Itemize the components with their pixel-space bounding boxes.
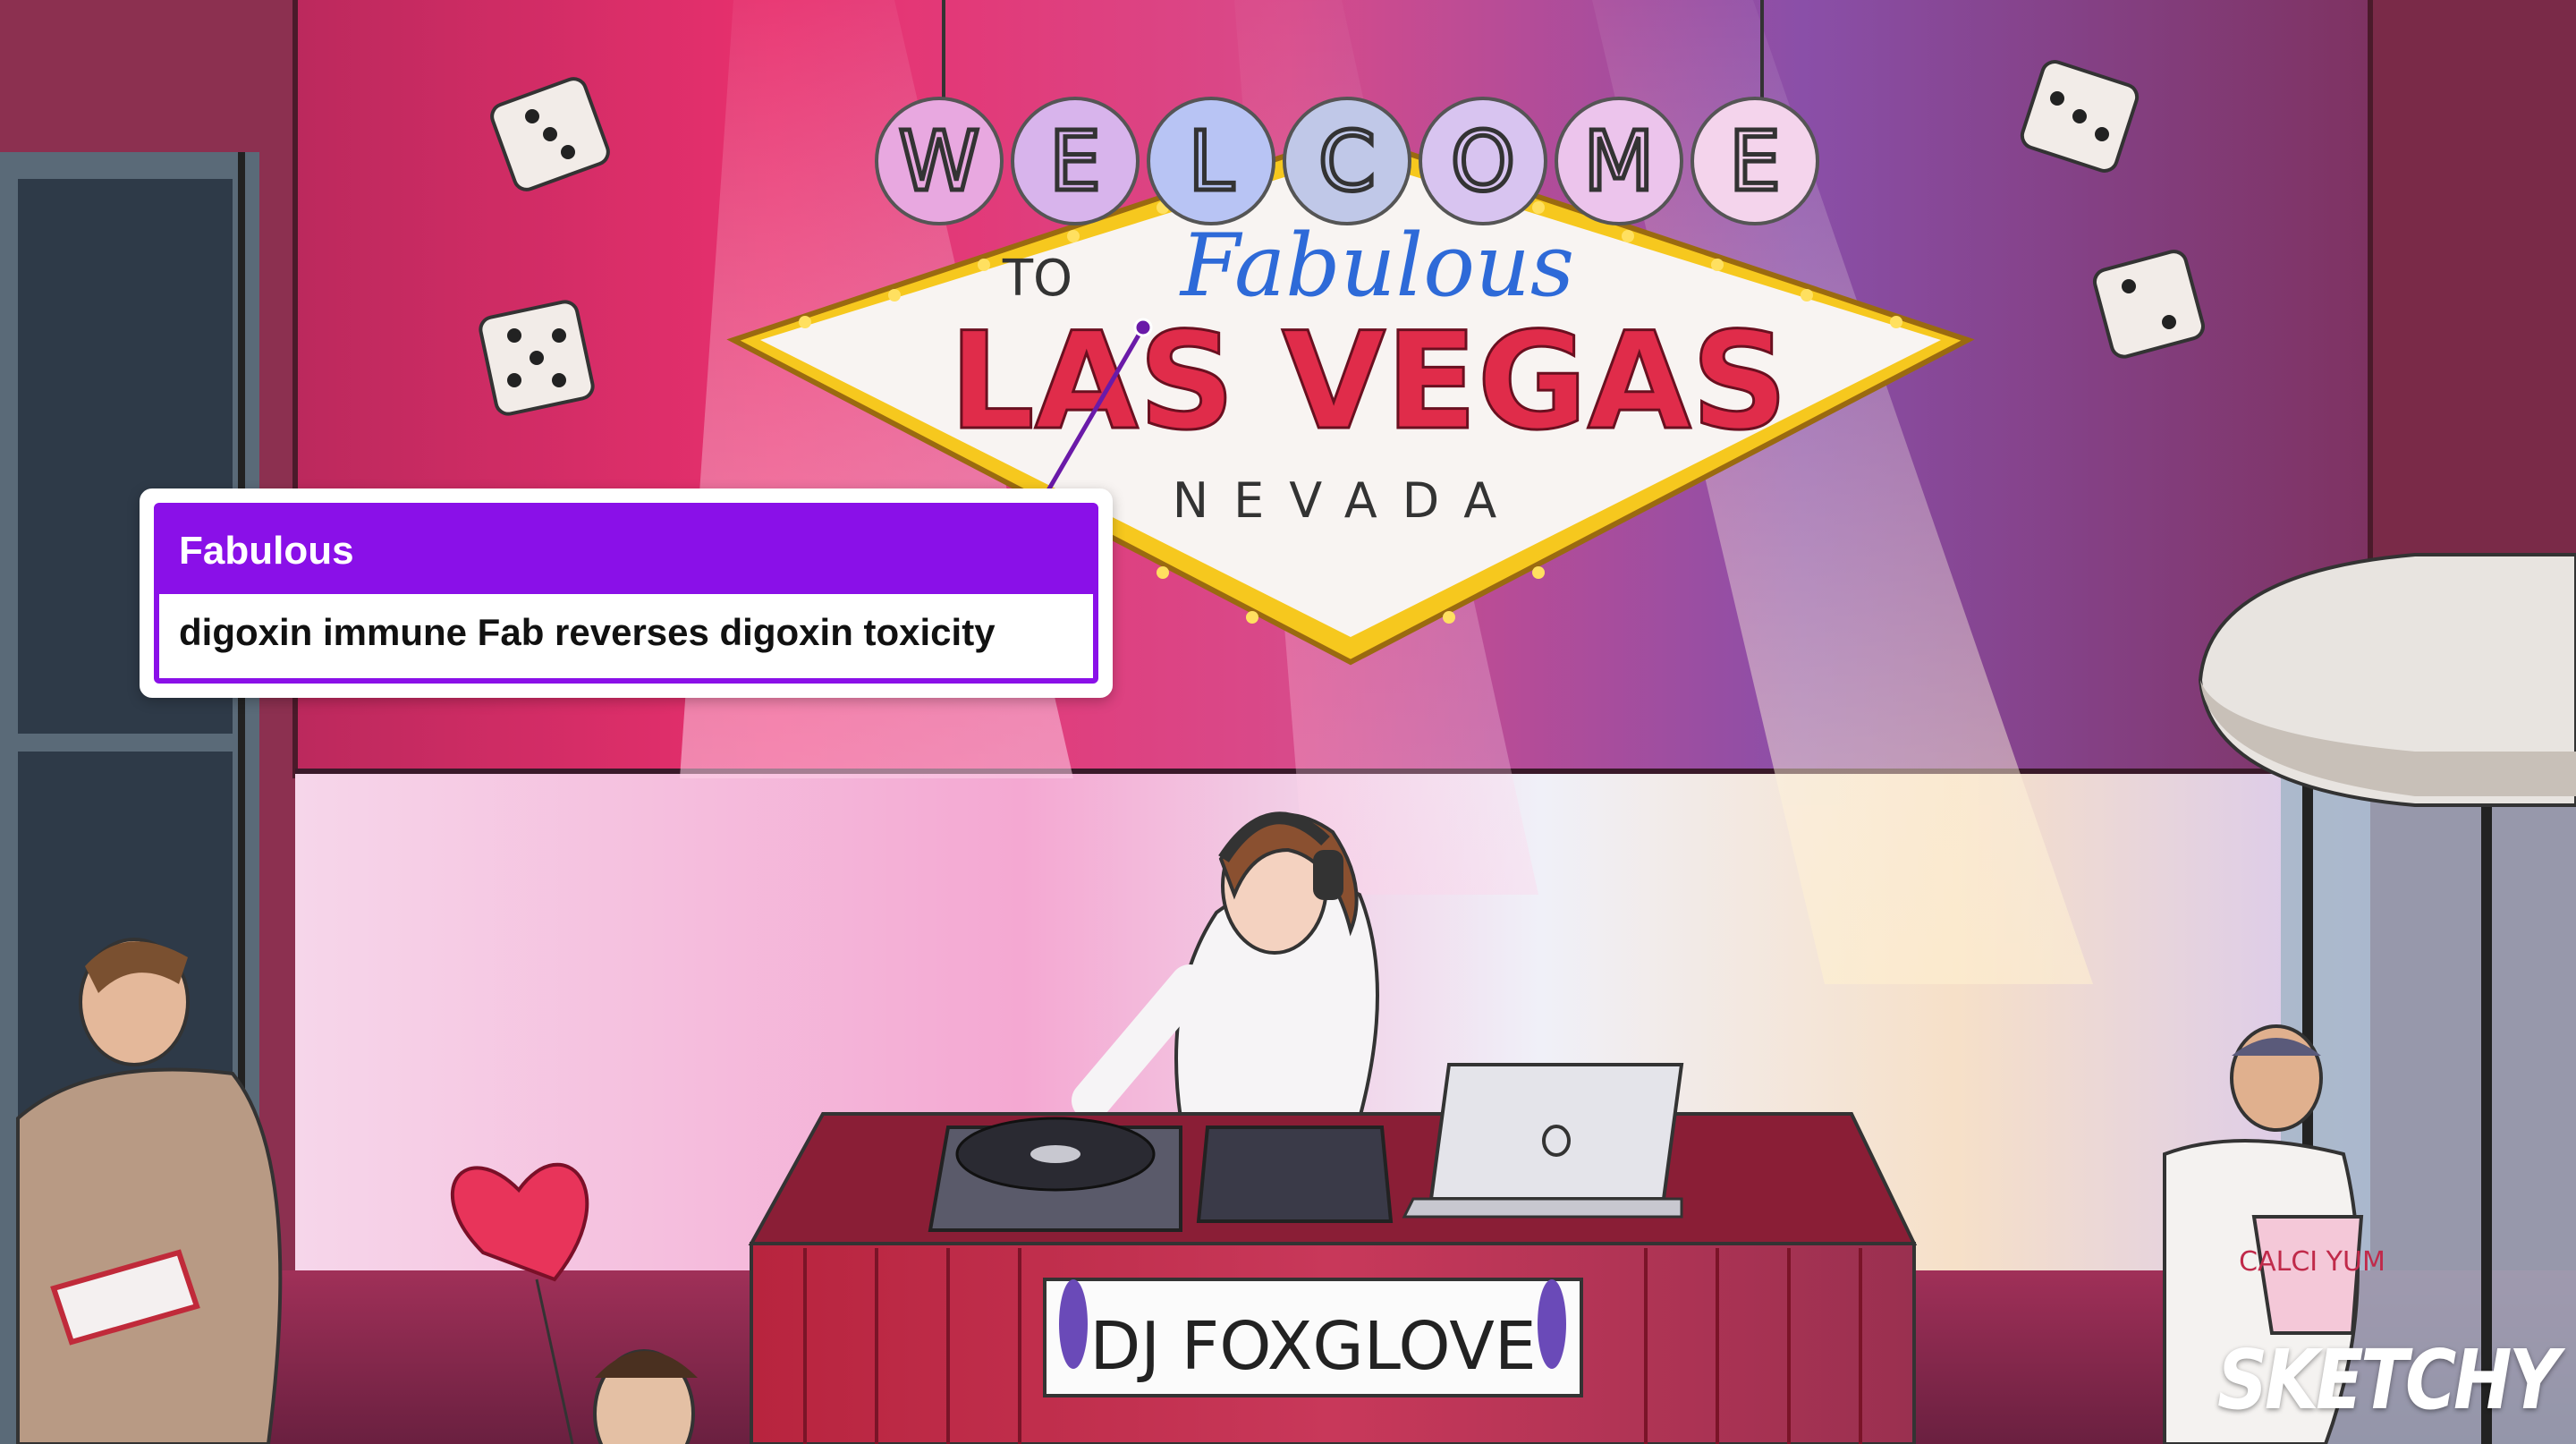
popcorn-label: CALCI YUM xyxy=(2239,1246,2385,1278)
sign-fabulous: Fabulous xyxy=(1179,216,1574,316)
callout-box: Fabulous digoxin immune Fab reverses dig… xyxy=(154,503,1098,684)
callout-title: Fabulous xyxy=(159,508,1093,594)
term-callout: Fabulous digoxin immune Fab reverses dig… xyxy=(140,488,1113,698)
sign-to: TO xyxy=(1002,250,1072,308)
sign-nevada: NEVADA xyxy=(1173,472,1522,529)
welcome-letter: E xyxy=(1049,114,1101,209)
sign-las-vegas: LAS VEGAS xyxy=(949,304,1788,460)
dj-banner-text: DJ FOXGLOVE xyxy=(1089,1308,1536,1385)
welcome-letter: M xyxy=(1583,114,1654,209)
dj-table: DJ FOXGLOVE xyxy=(748,1063,1918,1444)
welcome-letter: O xyxy=(1451,114,1515,209)
dj-scene-illustration: W E L C O M E TO Fabulous LAS VEGAS NEVA… xyxy=(0,0,2576,1444)
callout-anchor-dot xyxy=(1133,318,1153,337)
welcome-letter: C xyxy=(1318,114,1376,209)
welcome-letter: E xyxy=(1729,114,1781,209)
welcome-letter: W xyxy=(899,114,980,209)
welcome-letter: L xyxy=(1188,114,1233,209)
sketchy-logo: SKETCHY xyxy=(2216,1332,2560,1428)
callout-body: digoxin immune Fab reverses digoxin toxi… xyxy=(179,611,996,653)
